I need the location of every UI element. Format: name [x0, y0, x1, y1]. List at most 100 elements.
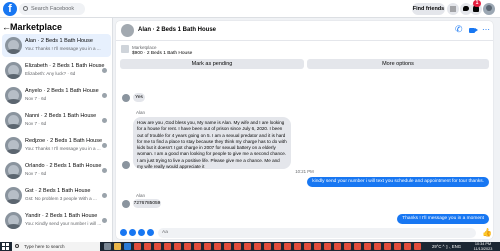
- avatar: [5, 62, 22, 79]
- system-tray[interactable]: 29°C ^ ▯ ◟ ENG: [432, 242, 461, 251]
- taskbar-search-input[interactable]: Type here to search: [12, 242, 100, 251]
- chat-avatar[interactable]: [121, 24, 134, 37]
- conversation-snippet: You: Kindly send your number i will ...: [25, 221, 102, 226]
- mark-as-pending-button[interactable]: Mark as pending: [120, 59, 304, 69]
- avatar: [5, 87, 22, 104]
- chrome-icon[interactable]: [174, 243, 181, 250]
- seen-avatar-icon: [102, 218, 107, 223]
- message-thread[interactable]: Yes Alan How are you ,God bless you, My …: [116, 73, 493, 227]
- message-input[interactable]: Aa: [158, 228, 476, 238]
- seen-avatar-icon: [102, 93, 107, 98]
- sticker-icon[interactable]: [138, 229, 145, 236]
- conversation-item[interactable]: Gst · 2 Beds 1 Bath House Gst: No problem…: [2, 184, 111, 207]
- conversation-snippet: Nov 7 · 6d: [25, 96, 47, 101]
- profile-avatar[interactable]: [483, 3, 495, 15]
- like-icon[interactable]: 👍: [482, 228, 492, 238]
- avatar: [5, 212, 22, 229]
- chrome-icon[interactable]: [184, 243, 191, 250]
- chrome-icon[interactable]: [234, 243, 241, 250]
- chrome-icon[interactable]: [294, 243, 301, 250]
- chrome-icon[interactable]: [214, 243, 221, 250]
- chrome-icon[interactable]: [384, 243, 391, 250]
- clock-date: 11/13/2023: [473, 246, 493, 251]
- avatar: [5, 112, 22, 129]
- seen-avatar-icon: [102, 193, 107, 198]
- chrome-icon[interactable]: [344, 243, 351, 250]
- chrome-icon[interactable]: [224, 243, 231, 250]
- chat-title[interactable]: Alan · 2 Beds 1 Bath House: [138, 27, 216, 33]
- file-explorer-icon[interactable]: [114, 243, 121, 250]
- taskbar-search-placeholder: Type here to search: [24, 244, 65, 249]
- conversation-snippet: You: Thanks ! I'll message you in a ...: [25, 46, 101, 51]
- outgoing-message: Thanks ! I'll message you in a moment: [397, 214, 489, 224]
- chrome-icon[interactable]: [244, 243, 251, 250]
- facebook-top-bar: f Search Facebook Find friends 1: [0, 0, 500, 18]
- conversation-item[interactable]: Elizabeth · 2 Beds 1 Bath House Elizabeth…: [2, 59, 111, 82]
- plus-icon[interactable]: [120, 229, 127, 236]
- menu-grid-icon[interactable]: [447, 3, 459, 15]
- chrome-icon[interactable]: [154, 243, 161, 250]
- search-icon: [15, 244, 19, 248]
- conversation-snippet: Gst: No problem 3 people With a ...: [25, 196, 97, 201]
- chrome-icon[interactable]: [164, 243, 171, 250]
- chrome-icon[interactable]: [414, 243, 421, 250]
- chrome-icon[interactable]: [134, 243, 141, 250]
- conversation-snippet: Elizabeth: Any luck? · 6d: [25, 71, 76, 76]
- seen-avatar-icon: [102, 68, 107, 73]
- conversation-item[interactable]: Anyelo · 2 Beds 1 Bath House Nov 7 · 6d: [2, 84, 111, 107]
- chrome-icon[interactable]: [324, 243, 331, 250]
- conversation-item[interactable]: Nanni · 2 Beds 1 Bath House Nov 7 · 6d: [2, 109, 111, 132]
- conversation-snippet: Nov 7 · 6d: [25, 121, 47, 126]
- outgoing-message: kindly send your number i will text you …: [307, 177, 489, 187]
- phone-icon[interactable]: [454, 24, 465, 36]
- avatar: [5, 162, 22, 179]
- chrome-icon[interactable]: [354, 243, 361, 250]
- facebook-logo[interactable]: f: [3, 2, 17, 16]
- conversation-snippet: Nov 7 · 6d: [25, 171, 47, 176]
- seen-avatar-icon: [102, 168, 107, 173]
- conversation-item[interactable]: Alan · 2 Beds 1 Bath House You: Thanks ! …: [2, 34, 111, 57]
- chrome-icon[interactable]: [194, 243, 201, 250]
- conversation-item[interactable]: Orlando · 2 Beds 1 Bath House Nov 7 · 6d: [2, 159, 111, 182]
- conversation-item[interactable]: Redjzoe · 2 Beds 1 Bath House You: Thanks…: [2, 134, 111, 157]
- conversation-name: Yandir · 2 Beds 1 Bath House: [25, 213, 98, 219]
- sender-name: Alan: [136, 110, 146, 115]
- sidebar-title: Marketplace: [10, 22, 63, 32]
- video-icon[interactable]: [468, 25, 479, 36]
- task-view-icon[interactable]: [104, 243, 111, 250]
- chrome-icon[interactable]: [394, 243, 401, 250]
- chrome-icon[interactable]: [284, 243, 291, 250]
- notification-badge: 1: [473, 0, 481, 7]
- conversation-name: Redjzoe · 2 Beds 1 Bath House: [25, 138, 103, 144]
- chrome-icon[interactable]: [364, 243, 371, 250]
- avatar: [5, 137, 22, 154]
- message-timestamp: 10:21 PM: [295, 169, 314, 174]
- more-icon[interactable]: [481, 25, 492, 36]
- gif-icon[interactable]: [147, 229, 154, 236]
- chrome-icon[interactable]: [264, 243, 271, 250]
- find-friends-button[interactable]: Find friends: [412, 3, 445, 15]
- conversation-item[interactable]: Yandir · 2 Beds 1 Bath House You: Kindly …: [2, 209, 111, 232]
- photo-icon[interactable]: [129, 229, 136, 236]
- seen-avatar-icon: [102, 118, 107, 123]
- sender-name: Alan: [136, 193, 146, 198]
- edge-icon[interactable]: [124, 243, 131, 250]
- chrome-icon[interactable]: [304, 243, 311, 250]
- chrome-icon[interactable]: [374, 243, 381, 250]
- windows-start-icon[interactable]: [2, 243, 9, 250]
- incoming-message: 7276785059: [133, 199, 161, 208]
- taskbar-clock[interactable]: 10:34 PM 11/13/2023: [470, 242, 496, 251]
- chrome-icon[interactable]: [334, 243, 341, 250]
- windows-taskbar: Type here to search 29°C ^ ▯ ◟ ENG 10:34…: [0, 242, 500, 251]
- avatar: [5, 187, 22, 204]
- chat-panel: Alan · 2 Beds 1 Bath House Marketplace $…: [116, 21, 493, 239]
- chrome-icon[interactable]: [314, 243, 321, 250]
- chrome-icon[interactable]: [404, 243, 411, 250]
- facebook-search-input[interactable]: Search Facebook: [19, 3, 85, 15]
- more-options-button[interactable]: More options: [307, 59, 489, 69]
- chrome-icon[interactable]: [254, 243, 261, 250]
- chrome-icon[interactable]: [204, 243, 211, 250]
- chrome-icon[interactable]: [144, 243, 151, 250]
- chrome-icon[interactable]: [274, 243, 281, 250]
- conversation-name: Orlando · 2 Beds 1 Bath House: [25, 163, 102, 169]
